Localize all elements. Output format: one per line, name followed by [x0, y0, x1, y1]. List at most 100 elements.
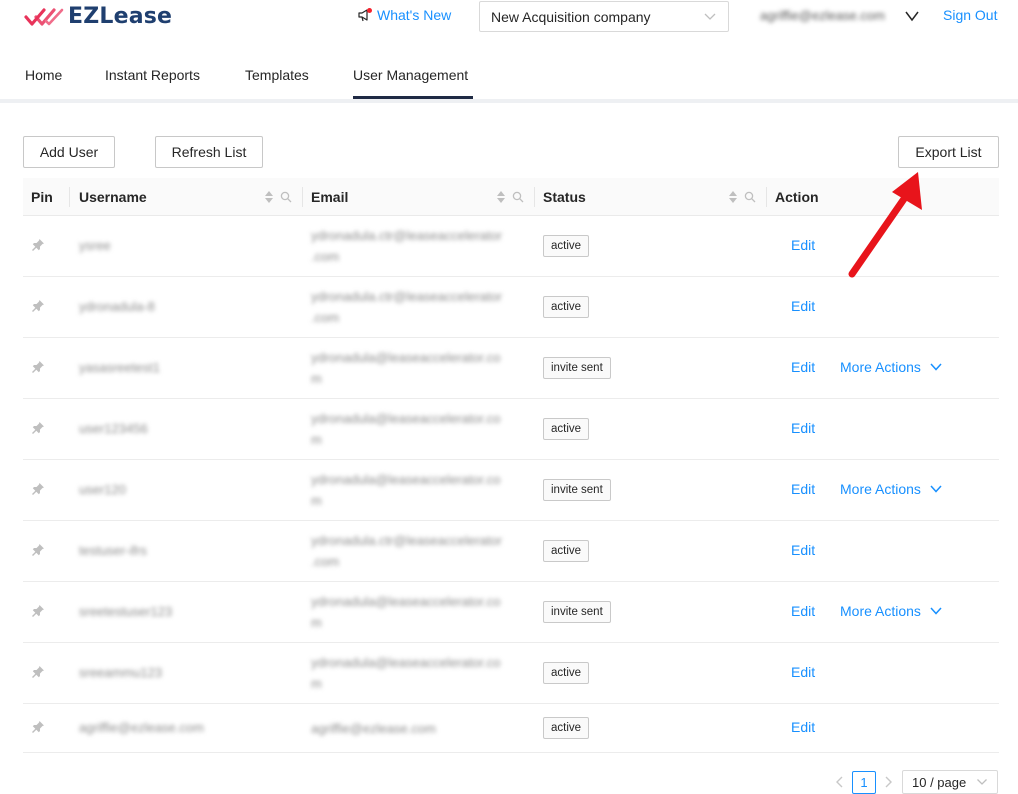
status-column-controls	[728, 190, 756, 204]
search-icon[interactable]	[744, 191, 756, 203]
edit-link[interactable]: Edit	[791, 420, 815, 436]
pagination-prev-icon[interactable]	[834, 775, 846, 789]
column-header-action: Action	[775, 189, 819, 205]
email-cell: ydronadula.ctr@leaseaccelerator .com	[311, 225, 529, 267]
pin-icon[interactable]	[31, 720, 45, 734]
more-actions-dropdown[interactable]: More Actions	[840, 603, 943, 619]
status-badge: invite sent	[543, 357, 611, 379]
email-line: ydronadula@leaseaccelerator.co	[311, 472, 501, 487]
more-actions-dropdown[interactable]: More Actions	[840, 359, 943, 375]
username-cell: user123456	[79, 421, 148, 436]
email-line: m	[311, 371, 322, 386]
pin-icon[interactable]	[31, 299, 45, 313]
refresh-list-button[interactable]: Refresh List	[155, 136, 263, 168]
tab-user-management[interactable]: User Management	[353, 67, 468, 83]
username-cell: sreetestuser123	[79, 604, 173, 619]
pin-icon[interactable]	[31, 360, 45, 374]
email-column-controls	[496, 190, 524, 204]
sort-icon[interactable]	[264, 190, 274, 204]
pin-icon[interactable]	[31, 543, 45, 557]
email-cell: ydronadula@leaseaccelerator.co m	[311, 408, 529, 450]
pin-icon[interactable]	[31, 482, 45, 496]
email-line: m	[311, 676, 322, 691]
edit-link[interactable]: Edit	[791, 359, 815, 375]
table-row: user123456 ydronadula@leaseaccelerator.c…	[23, 399, 999, 460]
column-separator	[534, 187, 535, 207]
company-select-value: New Acquisition company	[491, 8, 651, 25]
status-badge: active	[543, 235, 590, 257]
table-row: sreeammu123 ydronadula@leaseaccelerator.…	[23, 643, 999, 704]
sort-icon[interactable]	[496, 190, 506, 204]
table-body: ysree ydronadula.ctr@leaseaccelerator .co…	[23, 216, 999, 753]
table-row: testuser-ifrs ydronadula.ctr@leaseaccele…	[23, 521, 999, 582]
pin-icon[interactable]	[31, 665, 45, 679]
edit-link[interactable]: Edit	[791, 664, 815, 680]
table-row: user120 ydronadula@leaseaccelerator.co m …	[23, 460, 999, 521]
email-line: ydronadula@leaseaccelerator.co	[311, 655, 501, 670]
column-separator	[302, 187, 303, 207]
email-cell: ydronadula@leaseaccelerator.co m	[311, 652, 529, 694]
logo-text: EZLease	[68, 4, 173, 29]
column-header-email: Email	[311, 189, 349, 205]
search-icon[interactable]	[280, 191, 292, 203]
column-separator	[766, 187, 767, 207]
more-actions-dropdown[interactable]: More Actions	[840, 481, 943, 497]
edit-link[interactable]: Edit	[791, 603, 815, 619]
email-line: ydronadula.ctr@leaseaccelerator	[311, 289, 502, 304]
pagination-current-page[interactable]: 1	[852, 771, 876, 794]
email-line: m	[311, 615, 322, 630]
username-cell: sreeammu123	[79, 665, 163, 680]
chevron-down-icon	[930, 485, 942, 493]
whats-new-label: What's New	[377, 7, 452, 23]
pin-icon[interactable]	[31, 421, 45, 435]
email-line: ydronadula@leaseaccelerator.co	[311, 350, 501, 365]
tab-templates[interactable]: Templates	[245, 67, 309, 83]
tab-instant-reports[interactable]: Instant Reports	[105, 67, 200, 83]
email-line: ydronadula.ctr@leaseaccelerator	[311, 228, 502, 243]
column-header-pin: Pin	[31, 189, 53, 205]
search-icon[interactable]	[512, 191, 524, 203]
column-header-username: Username	[79, 189, 147, 205]
email-line: agriffie@ezlease.com	[311, 721, 436, 736]
pin-icon[interactable]	[31, 238, 45, 252]
add-user-button[interactable]: Add User	[23, 136, 115, 168]
chevron-down-icon	[930, 363, 942, 371]
user-menu-chevron-icon[interactable]	[904, 8, 920, 24]
edit-link[interactable]: Edit	[791, 481, 815, 497]
tab-home[interactable]: Home	[25, 67, 62, 83]
export-list-button[interactable]: Export List	[898, 136, 999, 168]
edit-link[interactable]: Edit	[791, 237, 815, 253]
edit-link[interactable]: Edit	[791, 298, 815, 314]
email-line: .com	[311, 554, 340, 569]
more-actions-label: More Actions	[840, 481, 921, 497]
sign-out-link[interactable]: Sign Out	[943, 7, 997, 23]
username-cell: testuser-ifrs	[79, 543, 147, 558]
email-cell: agriffie@ezlease.com	[311, 718, 529, 739]
email-line: ydronadula@leaseaccelerator.co	[311, 411, 501, 426]
status-badge: active	[543, 662, 590, 684]
company-select[interactable]: New Acquisition company	[479, 1, 729, 32]
table-row: ydronadula-8 ydronadula.ctr@leaseacceler…	[23, 277, 999, 338]
pin-icon[interactable]	[31, 604, 45, 618]
email-line: m	[311, 493, 322, 508]
sort-icon[interactable]	[728, 190, 738, 204]
megaphone-icon	[357, 7, 373, 23]
edit-link[interactable]: Edit	[791, 719, 815, 735]
status-badge: active	[543, 540, 590, 562]
status-badge: invite sent	[543, 601, 611, 623]
table-row: yasasreetest1 ydronadula@leaseaccelerato…	[23, 338, 999, 399]
pagination-next-icon[interactable]	[882, 775, 894, 789]
email-cell: ydronadula@leaseaccelerator.co m	[311, 347, 529, 389]
edit-link[interactable]: Edit	[791, 542, 815, 558]
email-cell: ydronadula@leaseaccelerator.co m	[311, 469, 529, 511]
table-row: sreetestuser123 ydronadula@leaseaccelera…	[23, 582, 999, 643]
status-badge: active	[543, 418, 590, 440]
username-cell: ysree	[79, 238, 111, 253]
nav-divider	[0, 99, 1018, 103]
logo-check-icon	[24, 7, 64, 26]
email-line: m	[311, 432, 322, 447]
page-size-select[interactable]: 10 / page	[902, 770, 998, 794]
whats-new-link[interactable]: What's New	[357, 7, 451, 23]
username-cell: ydronadula-8	[79, 299, 155, 314]
logo[interactable]: EZLease	[24, 4, 172, 29]
